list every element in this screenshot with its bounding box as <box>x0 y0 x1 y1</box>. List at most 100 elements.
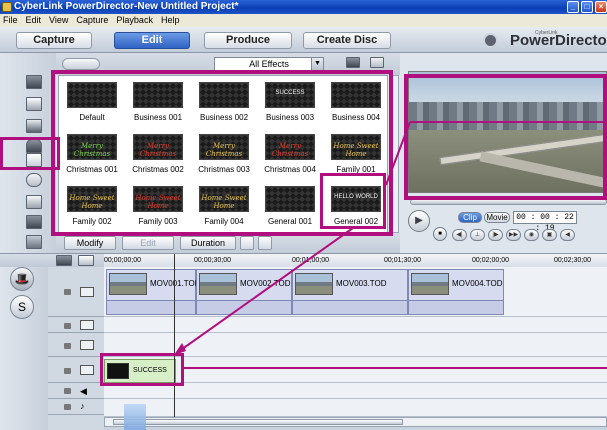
clip-thumbnail <box>199 273 237 295</box>
chevron-down-icon[interactable]: ▼ <box>311 58 323 70</box>
music-track-header: ♪ <box>48 399 104 415</box>
title-track-header <box>48 357 104 383</box>
lock-icon[interactable] <box>64 289 71 295</box>
menu-view[interactable]: View <box>48 14 69 27</box>
ruler-label: 00;00;30;00 <box>194 257 231 264</box>
clip-thumbnail <box>109 273 147 295</box>
pip-room-icon[interactable] <box>26 119 42 133</box>
audio-mixing-icon[interactable] <box>26 195 42 209</box>
clip-name: MOV003.TOD <box>336 279 387 288</box>
lock-icon[interactable] <box>64 323 71 329</box>
timeline-tracks: MOV001.TOD MOV002.TOD MOV003.TOD MOV004.… <box>104 267 607 417</box>
timeline-side-controls: 🎩 S <box>0 267 48 430</box>
zoom-icon[interactable]: ◉ <box>524 229 539 241</box>
effect-track-header <box>48 317 104 333</box>
timeline-playhead[interactable] <box>174 254 175 420</box>
voice-track-icon: ◀ <box>80 386 87 396</box>
menu-file[interactable]: File <box>2 14 19 27</box>
video-clip[interactable]: MOV002.TOD <box>196 269 292 315</box>
selected-template-highlight <box>320 173 386 229</box>
effect-track-icon <box>80 320 94 330</box>
menu-bar: File Edit View Capture Playback Help <box>0 14 607 27</box>
snapshot-icon[interactable]: ▣ <box>542 229 557 241</box>
edit-button[interactable]: Edit <box>122 236 174 250</box>
ruler-label: 00;00;00;00 <box>104 257 141 264</box>
volume-icon[interactable]: ◀ <box>560 229 575 241</box>
clip-name: MOV004.TOD <box>452 279 503 288</box>
view-toggle[interactable] <box>62 58 100 70</box>
effects-filter-value: All Effects <box>249 59 289 69</box>
menu-playback[interactable]: Playback <box>115 14 154 27</box>
timeline-view-icon[interactable] <box>78 255 94 266</box>
tab-produce[interactable]: Produce <box>204 32 292 49</box>
video-track-icon <box>80 287 94 297</box>
resize-thumbnail-icon[interactable] <box>370 57 384 68</box>
lock-icon[interactable] <box>64 404 71 410</box>
tab-create-disc[interactable]: Create Disc <box>303 32 391 49</box>
scrollbar-thumb[interactable] <box>113 419 403 425</box>
clip-audio <box>107 300 195 314</box>
fast-forward-icon[interactable]: ▶▶ <box>506 229 521 241</box>
movie-mode-button[interactable]: Movie <box>484 212 510 223</box>
window-title: CyberLink PowerDirector-New Untitled Pro… <box>14 1 239 12</box>
transition-room-icon[interactable] <box>26 173 42 187</box>
magic-tools-icon[interactable]: 🎩 <box>10 267 34 291</box>
effects-wizard-icon[interactable]: S <box>10 295 34 319</box>
lock-icon[interactable] <box>64 343 71 349</box>
menu-edit[interactable]: Edit <box>25 14 43 27</box>
brand-name: PowerDirector <box>510 32 607 49</box>
video-clip[interactable]: MOV004.TOD <box>408 269 504 315</box>
timeline-ruler[interactable]: 00;00;00;00 00;00;30;00 00;01;00;00 00;0… <box>104 254 607 268</box>
trash-icon[interactable] <box>240 236 254 250</box>
timeline-scrollbar[interactable] <box>104 417 607 427</box>
chapter-room-icon[interactable] <box>26 215 42 229</box>
voice-track-header: ◀ <box>48 383 104 399</box>
modify-button[interactable]: Modify <box>64 236 116 250</box>
music-track-icon: ♪ <box>80 401 85 411</box>
tab-edit[interactable]: Edit <box>114 32 190 49</box>
split-icon[interactable]: ⊥ <box>470 229 485 241</box>
next-frame-icon[interactable]: |▶ <box>488 229 503 241</box>
ruler-label: 00;01;30;00 <box>384 257 421 264</box>
tab-capture[interactable]: Capture <box>16 32 92 49</box>
ruler-label: 00;02;00;00 <box>472 257 509 264</box>
lock-icon[interactable] <box>64 368 71 374</box>
ruler-label: 00;02;30;00 <box>554 257 591 264</box>
video-clip[interactable]: MOV001.TOD <box>106 269 201 315</box>
menu-help[interactable]: Help <box>160 14 181 27</box>
storyboard-icon[interactable] <box>56 255 72 266</box>
subtitle-room-icon[interactable] <box>26 235 42 249</box>
maximize-icon[interactable]: □ <box>581 1 593 13</box>
lock-icon[interactable] <box>64 388 71 394</box>
cyberlink-logo-icon <box>483 33 498 48</box>
close-icon[interactable]: × <box>595 1 607 13</box>
timeline-toolbar: 00;00;00;00 00;00;30;00 00;01;00;00 00;0… <box>0 253 607 268</box>
powerdirector-window: CyberLink PowerDirector-New Untitled Pro… <box>0 0 607 430</box>
pip-track-icon <box>80 340 94 350</box>
timecode-field[interactable]: 00 : 00 : 22 : 19 <box>513 211 577 233</box>
title-bar: CyberLink PowerDirector-New Untitled Pro… <box>0 0 607 14</box>
effect-room-icon[interactable] <box>26 97 42 111</box>
previous-frame-icon[interactable]: ◀| <box>452 229 467 241</box>
menu-capture[interactable]: Capture <box>75 14 109 27</box>
preview-highlight <box>404 74 607 200</box>
title-clip-highlight <box>100 353 184 386</box>
stop-icon[interactable]: ■ <box>433 227 447 241</box>
media-room-icon[interactable] <box>26 75 42 89</box>
app-icon <box>2 2 12 12</box>
video-track: MOV001.TOD MOV002.TOD MOV003.TOD MOV004.… <box>104 267 607 317</box>
video-clip[interactable]: MOV003.TOD <box>292 269 408 315</box>
effects-filter-select[interactable]: All Effects ▼ <box>214 57 324 71</box>
title-track-icon <box>80 365 94 375</box>
minimize-icon[interactable]: _ <box>567 1 579 13</box>
library-menu-icon[interactable] <box>346 57 360 68</box>
clip-audio <box>409 300 503 314</box>
clip-mode-button[interactable]: Clip <box>458 212 482 223</box>
effect-track <box>104 317 607 333</box>
clip-audio <box>293 300 407 314</box>
duration-button[interactable]: Duration <box>180 236 236 250</box>
list-view-icon[interactable] <box>258 236 272 250</box>
play-icon[interactable]: ▶ <box>408 210 430 232</box>
clip-audio <box>197 300 291 314</box>
clip-thumbnail <box>411 273 449 295</box>
